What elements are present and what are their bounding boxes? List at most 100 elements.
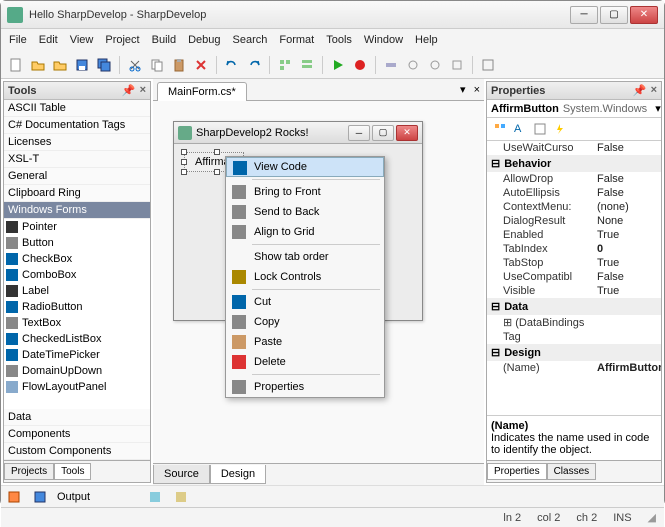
menu-search[interactable]: Search [233, 34, 268, 46]
resize-grip-icon[interactable]: ◢ [648, 511, 656, 524]
tab-tools[interactable]: Tools [54, 463, 91, 480]
window-icon[interactable] [479, 56, 497, 74]
prop-row[interactable]: TabIndex0 [487, 242, 661, 256]
maximize-button[interactable]: ▢ [600, 6, 628, 24]
minimize-button[interactable]: ─ [570, 6, 598, 24]
tool-category[interactable]: Data [4, 409, 150, 426]
prop-value[interactable]: False [597, 187, 657, 199]
tool-item-flowlayoutpanel[interactable]: FlowLayoutPanel [4, 379, 150, 395]
paste-icon[interactable] [170, 56, 188, 74]
menu-item-delete[interactable]: Delete [226, 352, 384, 372]
prop-value[interactable]: AffirmButton [597, 362, 657, 374]
panel-close-icon[interactable]: × [651, 84, 657, 97]
save-all-icon[interactable] [95, 56, 113, 74]
open-project-icon[interactable] [51, 56, 69, 74]
tool-category[interactable]: Windows Forms [4, 202, 150, 219]
menu-view[interactable]: View [70, 34, 94, 46]
open-icon[interactable] [29, 56, 47, 74]
menu-item-paste[interactable]: Paste [226, 332, 384, 352]
menu-build[interactable]: Build [152, 34, 176, 46]
prop-value[interactable]: False [597, 173, 657, 185]
prop-row[interactable]: AllowDropFalse [487, 172, 661, 186]
tool-item-checkedlistbox[interactable]: CheckedListBox [4, 331, 150, 347]
menu-file[interactable]: File [9, 34, 27, 46]
prop-value[interactable]: True [597, 257, 657, 269]
tab-design[interactable]: Design [210, 465, 266, 484]
save-icon[interactable] [73, 56, 91, 74]
prop-row[interactable]: Tag [487, 330, 661, 344]
collapse-icon[interactable]: ⊟ [491, 346, 500, 359]
prop-row[interactable]: ⊞ (DataBindings [487, 315, 661, 330]
prop-value[interactable]: False [597, 271, 657, 283]
tab-close-icon[interactable]: × [470, 80, 484, 100]
menu-help[interactable]: Help [415, 34, 438, 46]
redo-icon[interactable] [245, 56, 263, 74]
cut-icon[interactable] [126, 56, 144, 74]
menu-tools[interactable]: Tools [326, 34, 352, 46]
prop-value[interactable]: None [597, 215, 657, 227]
copy-icon[interactable] [148, 56, 166, 74]
tool-item-label[interactable]: Label [4, 283, 150, 299]
tool-category[interactable]: General [4, 168, 150, 185]
prop-row[interactable]: UseCompatiblFalse [487, 270, 661, 284]
prop-value[interactable]: (none) [597, 201, 657, 213]
delete-icon[interactable] [192, 56, 210, 74]
close-button[interactable]: ✕ [630, 6, 658, 24]
layout2-icon[interactable] [298, 56, 316, 74]
menu-item-show-tab-order[interactable]: Show tab order [226, 247, 384, 267]
tool-item-radiobutton[interactable]: RadioButton [4, 299, 150, 315]
run-icon[interactable] [329, 56, 347, 74]
trace-icon[interactable] [448, 56, 466, 74]
tool-item-pointer[interactable]: Pointer [4, 219, 150, 235]
prop-row[interactable]: VisibleTrue [487, 284, 661, 298]
debug-icon[interactable] [426, 56, 444, 74]
tab-source[interactable]: Source [153, 465, 210, 484]
prop-row[interactable]: EnabledTrue [487, 228, 661, 242]
properties-object-combo[interactable]: AffirmButton System.Windows ▾ [487, 100, 661, 118]
output-tab[interactable]: Output [57, 491, 90, 503]
undo-icon[interactable] [223, 56, 241, 74]
menu-item-copy[interactable]: Copy [226, 312, 384, 332]
tool-item-combobox[interactable]: ComboBox [4, 267, 150, 283]
output-icon4[interactable] [172, 488, 190, 506]
prop-row[interactable]: (Name)AffirmButton [487, 361, 661, 375]
menu-item-bring-to-front[interactable]: Bring to Front [226, 182, 384, 202]
menu-window[interactable]: Window [364, 34, 403, 46]
menu-item-align-to-grid[interactable]: Align to Grid [226, 222, 384, 242]
output-icon3[interactable] [146, 488, 164, 506]
menu-project[interactable]: Project [105, 34, 139, 46]
prop-row[interactable]: DialogResultNone [487, 214, 661, 228]
menu-item-properties[interactable]: Properties [226, 377, 384, 397]
prop-value[interactable]: True [597, 285, 657, 297]
prop-row[interactable]: UseWaitCursoFalse [487, 141, 661, 155]
stop-icon[interactable] [351, 56, 369, 74]
collapse-icon[interactable]: ⊟ [491, 300, 500, 313]
prop-value[interactable]: False [597, 142, 657, 154]
events-icon[interactable] [551, 120, 569, 138]
tool-item-datetimepicker[interactable]: DateTimePicker [4, 347, 150, 363]
menu-format[interactable]: Format [279, 34, 314, 46]
tool-item-textbox[interactable]: TextBox [4, 315, 150, 331]
pin-icon[interactable]: 📌 [122, 84, 136, 97]
menu-item-cut[interactable]: Cut [226, 292, 384, 312]
menu-item-view-code[interactable]: View Code [226, 157, 384, 177]
editor-tab[interactable]: MainForm.cs* [157, 82, 247, 101]
tool-item-checkbox[interactable]: CheckBox [4, 251, 150, 267]
tool-category[interactable]: Components [4, 426, 150, 443]
step-icon[interactable] [382, 56, 400, 74]
prop-value[interactable] [597, 316, 657, 329]
prop-value[interactable] [597, 331, 657, 343]
pin-icon[interactable]: 📌 [633, 84, 647, 97]
property-grid[interactable]: UseWaitCursoFalse⊟BehaviorAllowDropFalse… [487, 141, 661, 415]
tool-category[interactable]: Licenses [4, 134, 150, 151]
tab-projects[interactable]: Projects [4, 463, 54, 480]
layout-icon[interactable] [276, 56, 294, 74]
tool-category[interactable]: XSL-T [4, 151, 150, 168]
panel-close-icon[interactable]: × [140, 84, 146, 97]
output-icon1[interactable] [5, 488, 23, 506]
menu-item-send-to-back[interactable]: Send to Back [226, 202, 384, 222]
props-icon[interactable] [531, 120, 549, 138]
prop-row[interactable]: AutoEllipsisFalse [487, 186, 661, 200]
menu-edit[interactable]: Edit [39, 34, 58, 46]
menu-debug[interactable]: Debug [188, 34, 220, 46]
